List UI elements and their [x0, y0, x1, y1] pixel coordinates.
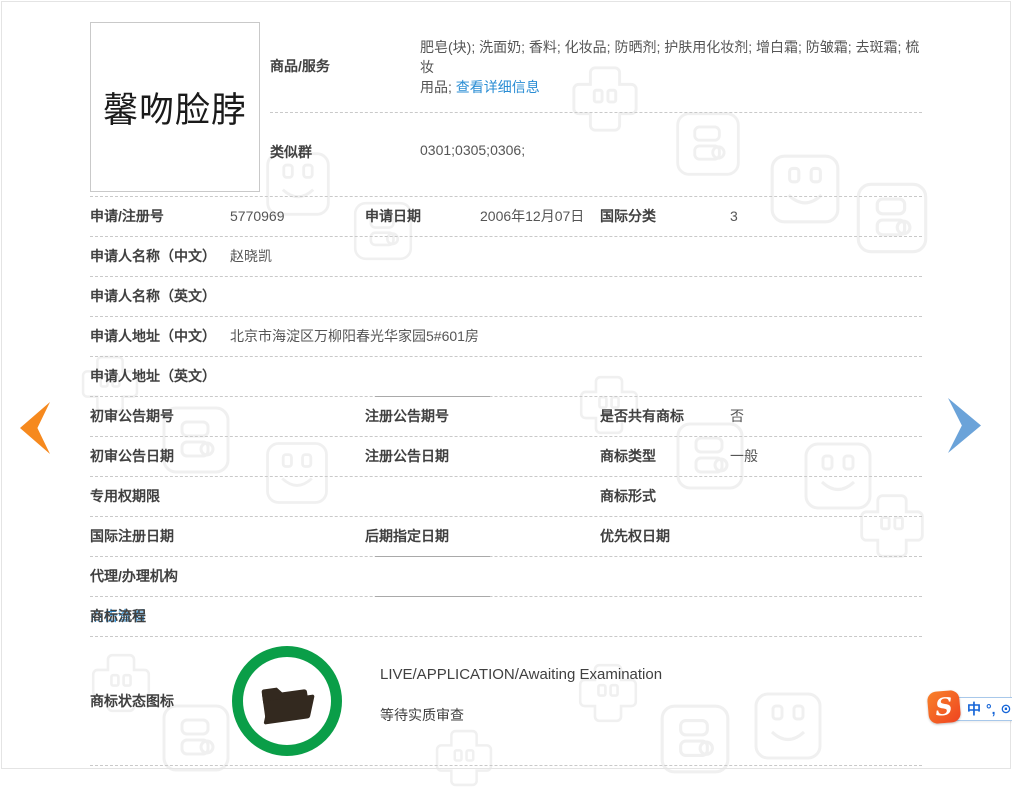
address-en-label: 申请人地址（英文） [90, 357, 216, 396]
table-row: 申请人名称（中文） 赵晓凯 [90, 237, 922, 277]
exclusive-label: 专用权期限 [90, 477, 160, 516]
mark-type-value: 一般 [730, 437, 758, 476]
status-text-cn: 等待实质审查 [380, 705, 464, 725]
reg-no-label: 申请/注册号 [90, 197, 164, 236]
trademark-image: 馨吻脸脖 [90, 22, 260, 192]
table-row: 国际注册日期 后期指定日期 优先权日期 [90, 517, 922, 557]
reg-ann-date-label: 注册公告日期 [365, 437, 449, 476]
reg-ann-no-label: 注册公告期号 [365, 397, 449, 436]
agency-label: 代理/办理机构 [90, 557, 178, 596]
prelim-date-label: 初审公告日期 [90, 437, 174, 476]
next-arrow-icon[interactable] [948, 398, 981, 453]
trademark-name: 馨吻脸脖 [103, 82, 247, 133]
applicant-cn-value: 赵晓凯 [230, 237, 272, 276]
status-text-en: LIVE/APPLICATION/Awaiting Examination [380, 665, 662, 685]
reg-no-value: 5770969 [230, 197, 285, 236]
watermark-icon [672, 108, 744, 180]
later-date-label: 后期指定日期 [365, 517, 449, 556]
intl-class-value: 3 [730, 197, 738, 236]
detail-table: 申请/注册号 5770969 申请日期 2006年12月07日 国际分类 3 申… [90, 196, 922, 766]
app-date-value: 2006年12月07日 [480, 197, 584, 236]
ime-punctuation[interactable]: °, [986, 701, 996, 717]
shared-mark-label: 是否共有商标 [600, 397, 684, 436]
table-row: 商标流程 点击查看 [90, 597, 922, 637]
ime-toolbar[interactable]: S 中 °, ⊙ [934, 697, 1012, 721]
goods-services-value-line1: 肥皂(块); 洗面奶; 香料; 化妆品; 防晒剂; 护肤用化妆剂; 增白霜; 防… [420, 37, 920, 77]
table-row: 专用权期限 商标形式 [90, 477, 922, 517]
intl-reg-date-label: 国际注册日期 [90, 517, 174, 556]
table-row: 申请人地址（中文） 北京市海淀区万柳阳春光华家园5#601房 [90, 317, 922, 357]
status-label: 商标状态图标 [90, 637, 174, 766]
goods-services-value-line2: 用品; 查看详细信息 [420, 77, 540, 97]
similar-group-label: 类似群 [270, 142, 312, 162]
table-row: 初审公告期号 注册公告期号 是否共有商标 否 [90, 397, 922, 437]
process-label: 商标流程 [90, 597, 146, 636]
mark-type-label: 商标类型 [600, 437, 656, 476]
prev-arrow-icon[interactable] [20, 402, 50, 454]
ime-mode-chinese[interactable]: 中 [967, 699, 981, 719]
sogou-logo-icon[interactable]: S [927, 690, 962, 725]
priority-date-label: 优先权日期 [600, 517, 670, 556]
prelim-no-label: 初审公告期号 [90, 397, 174, 436]
goods-services-tail: 用品; [420, 79, 452, 95]
app-date-label: 申请日期 [365, 197, 421, 236]
applicant-en-label: 申请人名称（英文） [90, 277, 216, 316]
similar-group-value: 0301;0305;0306; [420, 142, 525, 158]
separator [270, 112, 922, 113]
address-cn-label: 申请人地址（中文） [90, 317, 216, 356]
table-row: 申请人名称（英文） [90, 277, 922, 317]
status-open-folder-icon [232, 646, 342, 756]
table-row: 申请人地址（英文） [90, 357, 922, 397]
applicant-cn-label: 申请人名称（中文） [90, 237, 216, 276]
mark-form-label: 商标形式 [600, 477, 656, 516]
open-folder-icon [250, 664, 325, 739]
intl-class-label: 国际分类 [600, 197, 656, 236]
ime-emoji-icon[interactable]: ⊙ [1001, 701, 1012, 717]
address-cn-value: 北京市海淀区万柳阳春光华家园5#601房 [230, 317, 479, 356]
table-row: 申请/注册号 5770969 申请日期 2006年12月07日 国际分类 3 [90, 197, 922, 237]
goods-services-label: 商品/服务 [270, 56, 330, 76]
table-row: 代理/办理机构 [90, 557, 922, 597]
table-row: 初审公告日期 注册公告日期 商标类型 一般 [90, 437, 922, 477]
shared-mark-value: 否 [730, 397, 744, 436]
status-row: 商标状态图标 LIVE/APPLICATION/Awaiting Examina… [90, 637, 922, 766]
view-details-link[interactable]: 查看详细信息 [456, 79, 540, 95]
